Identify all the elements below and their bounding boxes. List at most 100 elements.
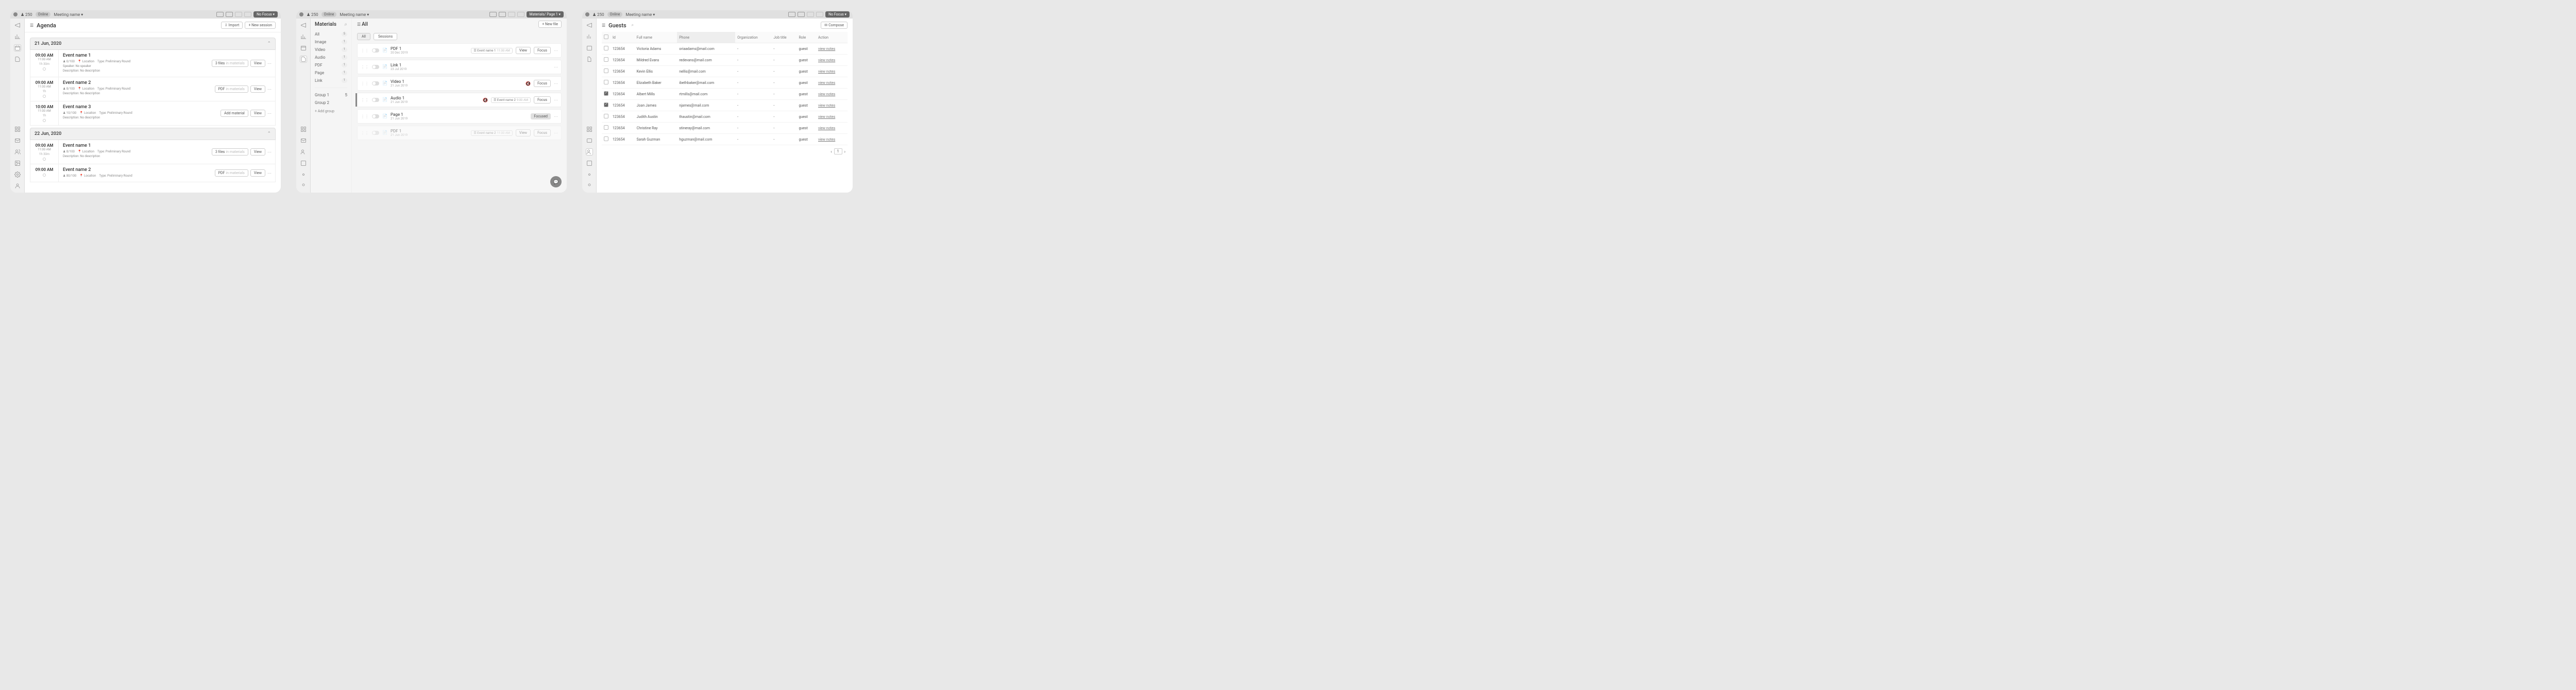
view-notes-link[interactable]: view notes	[818, 58, 835, 62]
mail-icon[interactable]	[14, 137, 21, 144]
focus-button[interactable]: Materials/ Page 1 ▾	[527, 11, 564, 18]
row-checkbox[interactable]	[604, 46, 608, 50]
view-notes-link[interactable]: view notes	[818, 115, 835, 119]
announce-icon[interactable]	[586, 22, 593, 29]
row-checkbox[interactable]	[604, 102, 608, 107]
mail-icon[interactable]	[300, 137, 307, 144]
meeting-name-dropdown[interactable]: Meeting name ▾	[54, 12, 83, 17]
view-notes-link[interactable]: view notes	[818, 104, 835, 108]
material-category[interactable]: Page1	[315, 69, 347, 77]
session-action-1[interactable]: PDF in materials	[215, 85, 248, 93]
focus-button[interactable]: Focus	[534, 96, 551, 104]
more-icon[interactable]: ⋯	[554, 81, 558, 86]
view-button[interactable]: View	[516, 129, 531, 136]
new-file-button[interactable]: + New file	[538, 21, 562, 28]
drag-handle-icon[interactable]: ⋮⋮	[361, 65, 369, 70]
col-job[interactable]: Job title	[771, 32, 796, 43]
view-notes-link[interactable]: view notes	[818, 137, 835, 142]
meeting-name-dropdown[interactable]: Meeting name ▾	[625, 12, 655, 17]
event-chip[interactable]: ☰ Event name 2 11:00 AM	[471, 130, 513, 136]
toggle[interactable]	[372, 65, 379, 69]
view-button[interactable]: View	[516, 47, 531, 54]
user-avatar-icon[interactable]	[586, 182, 593, 189]
display-icon-2[interactable]	[226, 12, 233, 17]
search-icon[interactable]: ⌕	[632, 23, 634, 28]
col-id[interactable]: Id	[611, 32, 635, 43]
row-checkbox[interactable]	[604, 80, 608, 84]
user-avatar-icon[interactable]	[14, 182, 21, 189]
view-button[interactable]: View	[250, 148, 265, 156]
settings-icon[interactable]	[300, 171, 307, 178]
drag-handle-icon[interactable]: ⋮⋮	[361, 98, 369, 102]
material-category[interactable]: Image1	[315, 38, 347, 46]
view-button[interactable]: View	[250, 110, 265, 117]
date-header[interactable]: 21 Jun, 2020⌃	[30, 38, 276, 50]
document-icon[interactable]	[14, 56, 21, 63]
more-icon[interactable]: ⋯	[554, 65, 558, 70]
display-icon-3[interactable]	[235, 12, 242, 17]
more-icon[interactable]: ⋯	[267, 87, 272, 92]
chart-icon[interactable]	[586, 33, 593, 40]
compose-button[interactable]: ✉ Compose	[821, 22, 848, 29]
search-icon[interactable]: ⌕	[344, 22, 347, 27]
import-button[interactable]: ⇩ Import	[221, 22, 243, 29]
material-category[interactable]: Link1	[315, 77, 347, 84]
settings-icon[interactable]	[586, 171, 593, 178]
event-chip[interactable]: ☰ Event name 1 11:00 AM	[471, 48, 513, 54]
document-icon[interactable]	[586, 56, 593, 63]
drag-handle-icon[interactable]: ⋮⋮	[361, 114, 369, 119]
date-header[interactable]: 22 Jun, 2020⌃	[30, 128, 276, 140]
grid-icon[interactable]	[586, 126, 593, 133]
image-icon[interactable]	[300, 160, 307, 167]
add-group-button[interactable]: + Add group	[315, 108, 347, 115]
mail-icon[interactable]	[586, 137, 593, 144]
material-group[interactable]: Group 15	[315, 91, 347, 99]
grid-icon[interactable]	[300, 126, 307, 133]
display-icon-1[interactable]	[788, 12, 795, 17]
users-icon[interactable]	[586, 148, 593, 156]
session-action-1[interactable]: 3 files in materials	[212, 60, 248, 67]
display-icon-4[interactable]	[517, 12, 524, 17]
material-category[interactable]: Video1	[315, 46, 347, 54]
display-icon-2[interactable]	[798, 12, 805, 17]
chat-fab[interactable]: 💬	[550, 176, 562, 187]
col-action[interactable]: Action	[816, 32, 848, 43]
view-notes-link[interactable]: view notes	[818, 126, 835, 130]
calendar-icon[interactable]	[300, 44, 307, 51]
material-category[interactable]: All5	[315, 30, 347, 38]
focus-button[interactable]: Focus	[534, 47, 551, 54]
event-chip[interactable]: ☰ Event name 2 9:00 AM	[491, 97, 531, 103]
chart-icon[interactable]	[14, 33, 21, 40]
new-session-button[interactable]: + New session	[245, 22, 276, 29]
display-icon-4[interactable]	[816, 12, 823, 17]
row-checkbox[interactable]	[604, 91, 608, 96]
pager-prev[interactable]: ‹	[831, 149, 832, 154]
display-icon-1[interactable]	[489, 12, 497, 17]
more-icon[interactable]: ⋯	[554, 98, 558, 102]
meeting-name-dropdown[interactable]: Meeting name ▾	[340, 12, 369, 17]
more-icon[interactable]: ⋯	[267, 61, 272, 66]
display-icon-3[interactable]	[807, 12, 814, 17]
settings-icon[interactable]	[14, 171, 21, 178]
view-notes-link[interactable]: view notes	[818, 47, 835, 51]
row-checkbox[interactable]	[604, 136, 608, 141]
row-checkbox[interactable]	[604, 125, 608, 130]
toggle[interactable]	[372, 114, 379, 118]
chart-icon[interactable]	[300, 33, 307, 40]
toggle[interactable]	[372, 81, 379, 85]
view-notes-link[interactable]: view notes	[818, 70, 835, 74]
online-pill[interactable]: Online	[607, 12, 623, 17]
announce-icon[interactable]	[300, 22, 307, 29]
calendar-icon[interactable]	[14, 44, 21, 51]
row-checkbox[interactable]	[604, 68, 608, 73]
document-icon[interactable]	[300, 56, 307, 63]
user-avatar-icon[interactable]	[300, 182, 307, 189]
display-icon-1[interactable]	[216, 12, 224, 17]
col-name[interactable]: Full name	[635, 32, 677, 43]
mute-icon[interactable]: 🔇	[483, 98, 488, 102]
toggle[interactable]	[372, 48, 379, 53]
image-icon[interactable]	[14, 160, 21, 167]
more-icon[interactable]: ⋯	[267, 150, 272, 154]
col-org[interactable]: Organization	[735, 32, 771, 43]
online-pill[interactable]: Online	[36, 12, 51, 17]
